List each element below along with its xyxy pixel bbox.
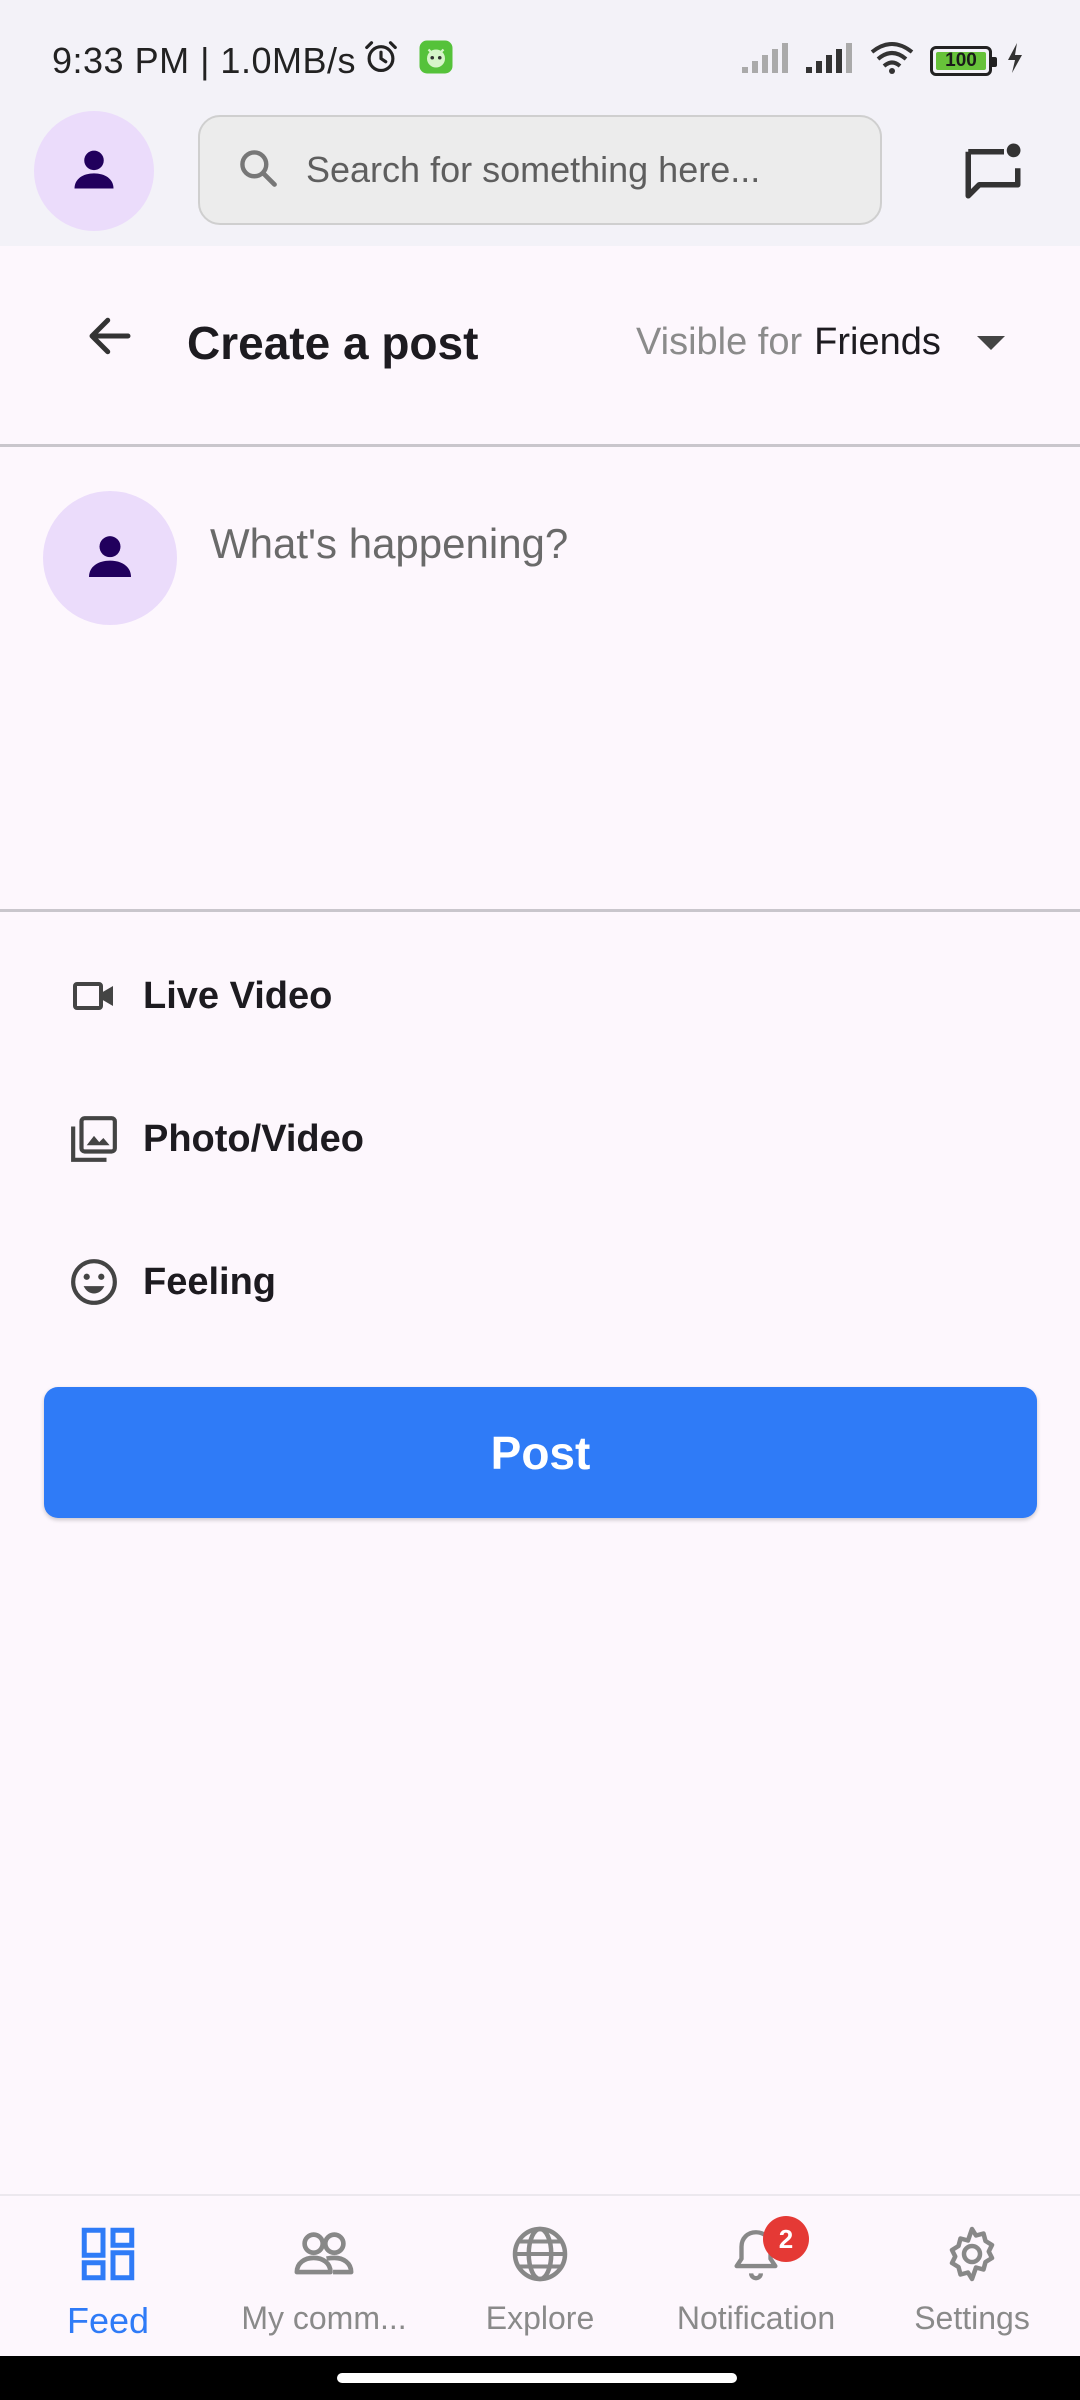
search-icon bbox=[236, 146, 280, 195]
create-post-header: Create a post Visible for Friends bbox=[0, 246, 1080, 446]
status-time: 9:33 PM | 1.0MB/s bbox=[52, 40, 356, 81]
battery-level: 100 bbox=[945, 49, 977, 71]
photo-library-icon bbox=[66, 1111, 122, 1167]
visibility-label: Visible for bbox=[636, 321, 803, 363]
video-camera-icon bbox=[66, 968, 122, 1024]
smiley-icon bbox=[66, 1254, 122, 1310]
post-button-label: Post bbox=[490, 1426, 591, 1479]
status-bar: 9:33 PM | 1.0MB/s 100 bbox=[0, 0, 1080, 112]
nav-explore[interactable]: Explore bbox=[432, 2196, 648, 2356]
battery-icon: 100 bbox=[930, 45, 997, 76]
chat-notification-icon bbox=[960, 138, 1026, 209]
nav-label: Explore bbox=[485, 2300, 595, 2336]
arrow-back-icon bbox=[83, 309, 137, 368]
divider bbox=[0, 909, 1080, 912]
nav-my-communities[interactable]: My comm... bbox=[216, 2196, 432, 2356]
profile-avatar[interactable] bbox=[34, 111, 154, 231]
search-placeholder: Search for something here... bbox=[306, 149, 761, 190]
feeling-option[interactable]: Feeling bbox=[66, 1232, 566, 1332]
status-right-icons: 100 bbox=[740, 40, 1024, 81]
photo-video-option[interactable]: Photo/Video bbox=[66, 1089, 566, 1189]
bottom-navigation: Feed My comm... Explore 2 Notification S… bbox=[0, 2194, 1080, 2356]
dropdown-arrow-icon bbox=[976, 335, 1005, 350]
option-label: Live Video bbox=[143, 974, 333, 1017]
visibility-dropdown[interactable]: Visible for Friends bbox=[636, 321, 1005, 364]
page-title: Create a post bbox=[187, 317, 479, 369]
visibility-value: Friends bbox=[814, 321, 941, 363]
live-video-option[interactable]: Live Video bbox=[66, 946, 566, 1046]
person-icon bbox=[68, 143, 120, 200]
messages-button[interactable] bbox=[956, 136, 1030, 210]
app-notification-icon bbox=[418, 39, 454, 80]
search-input[interactable]: Search for something here... bbox=[198, 115, 882, 225]
home-indicator[interactable] bbox=[337, 2373, 737, 2383]
notification-badge: 2 bbox=[763, 2216, 809, 2262]
signal-icon-1 bbox=[740, 41, 790, 80]
composer-avatar bbox=[43, 491, 177, 625]
wifi-icon bbox=[868, 40, 916, 81]
nav-settings[interactable]: Settings bbox=[864, 2196, 1080, 2356]
gear-icon bbox=[940, 2222, 1004, 2286]
dashboard-icon bbox=[76, 2222, 140, 2286]
back-button[interactable] bbox=[70, 298, 150, 378]
post-text-input[interactable]: What's happening? bbox=[210, 520, 568, 568]
signal-icon-2 bbox=[804, 41, 854, 80]
nav-label: Feed bbox=[66, 2300, 150, 2341]
charging-icon bbox=[1006, 42, 1024, 79]
nav-feed[interactable]: Feed bbox=[0, 2196, 216, 2356]
nav-notification[interactable]: 2 Notification bbox=[648, 2196, 864, 2356]
system-navigation-bar bbox=[0, 2356, 1080, 2400]
globe-icon bbox=[508, 2222, 572, 2286]
nav-label: My comm... bbox=[241, 2300, 407, 2336]
option-label: Photo/Video bbox=[143, 1117, 364, 1160]
divider bbox=[0, 444, 1080, 447]
alarm-icon bbox=[362, 38, 400, 81]
status-left-icons bbox=[362, 38, 454, 81]
post-button[interactable]: Post bbox=[44, 1387, 1037, 1518]
person-icon bbox=[82, 528, 138, 589]
option-label: Feeling bbox=[143, 1260, 277, 1303]
nav-label: Notification bbox=[676, 2300, 836, 2336]
nav-label: Settings bbox=[914, 2300, 1030, 2336]
people-icon bbox=[292, 2222, 356, 2286]
